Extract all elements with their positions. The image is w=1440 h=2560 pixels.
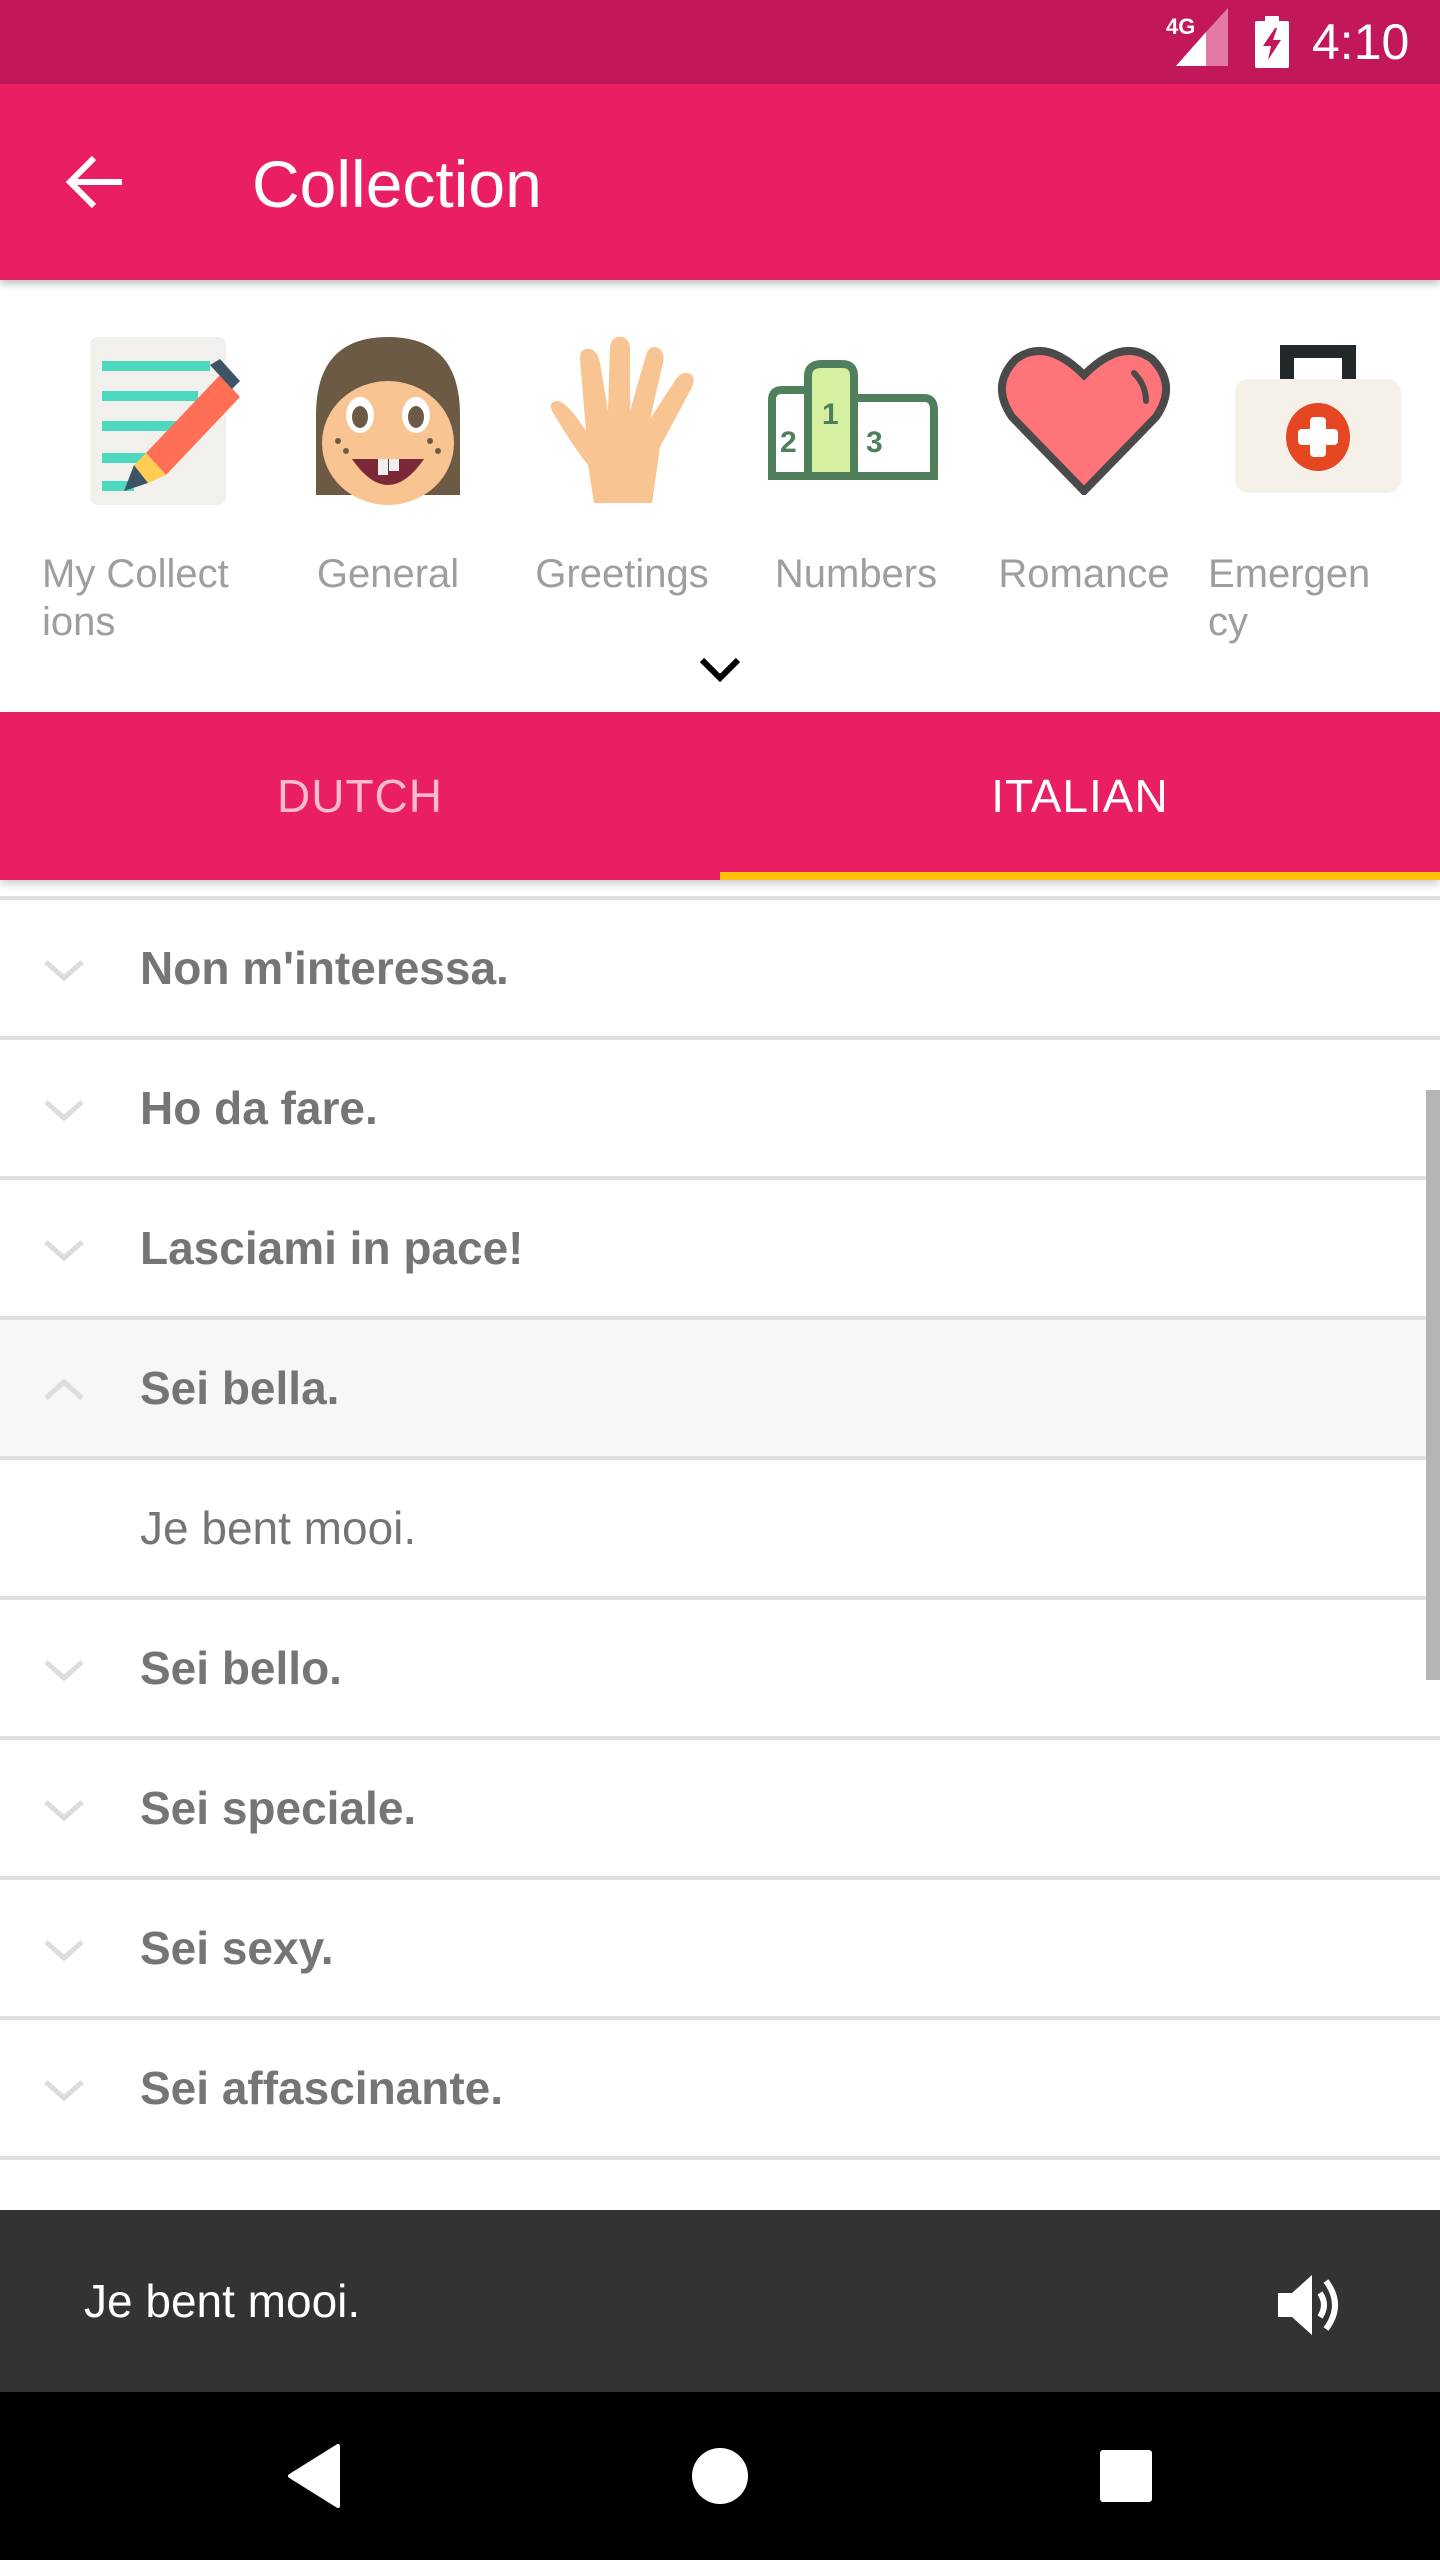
phrase-row[interactable]: Sei bello. [0, 1600, 1440, 1740]
category-label: My Collect ions [42, 552, 229, 644]
audio-player-bar: Je bent mooi. [0, 2210, 1440, 2392]
signal-icon: 4G [1166, 8, 1228, 66]
tab-dutch[interactable]: DUTCH [0, 712, 720, 880]
phrase-row[interactable]: Lasciami in pace! [0, 1180, 1440, 1320]
phrase-row[interactable]: Sei sexy. [0, 1880, 1440, 2020]
chevron-down-icon [44, 1240, 84, 1262]
category-romance[interactable]: Romance [974, 330, 1194, 630]
podium-icon: 2 1 3 [768, 360, 938, 480]
face-icon [316, 337, 460, 505]
chevron-down-icon[interactable] [690, 640, 750, 700]
notepad-pencil-icon [90, 337, 240, 505]
system-nav-bar [0, 2392, 1440, 2560]
back-nav-icon[interactable] [276, 2436, 356, 2516]
category-my-collections[interactable]: My Collect ions [42, 330, 262, 644]
scrollbar[interactable] [1426, 1090, 1440, 1680]
recents-nav-icon[interactable] [1086, 2436, 1166, 2516]
svg-text:2: 2 [780, 426, 797, 459]
category-general[interactable]: General [278, 330, 498, 630]
status-bar: 4G 4:10 [0, 0, 1440, 84]
phrase-text: Sei speciale. [140, 1782, 417, 1834]
home-nav-icon[interactable] [680, 2436, 760, 2516]
volume-up-icon[interactable] [1270, 2265, 1350, 2345]
phrase-text: Sei bello. [140, 1642, 342, 1694]
category-label: General [316, 552, 460, 596]
category-label: Emergen cy [1208, 552, 1371, 644]
category-emergency[interactable]: Emergen cy [1208, 330, 1428, 644]
app-toolbar: Collection [0, 84, 1440, 280]
category-label: Numbers [774, 552, 938, 596]
chevron-down-icon [44, 1660, 84, 1682]
chevron-down-icon [44, 1100, 84, 1122]
phrase-text: Sei sexy. [140, 1922, 334, 1974]
phrase-text: Non m'interessa. [140, 942, 509, 994]
network-type-label: 4G [1166, 14, 1195, 39]
chevron-up-icon [44, 1378, 84, 1400]
chevron-down-icon [44, 2080, 84, 2102]
category-numbers[interactable]: 2 1 3 Numbers [746, 330, 966, 630]
phrase-translation-row[interactable]: Je bent mooi. [0, 1460, 1440, 1600]
category-strip: My Collect ions General Greetings 2 1 3 … [0, 280, 1440, 712]
phrase-text: Sei bella. [140, 1362, 340, 1414]
first-aid-kit-icon [1235, 345, 1401, 493]
arrow-back-icon[interactable] [60, 146, 132, 218]
category-label: Greetings [535, 552, 709, 596]
category-label: Romance [998, 552, 1170, 596]
phrase-text: Lasciami in pace! [140, 1222, 524, 1274]
tab-label: ITALIAN [991, 770, 1169, 822]
chevron-down-icon [44, 1800, 84, 1822]
chevron-down-icon [44, 1940, 84, 1962]
waving-hand-icon [550, 336, 694, 503]
tab-italian[interactable]: ITALIAN [720, 712, 1440, 880]
svg-text:3: 3 [866, 426, 883, 459]
heart-icon [997, 347, 1171, 495]
tab-indicator [720, 872, 1440, 880]
translation-text: Je bent mooi. [140, 1502, 417, 1554]
battery-charging-icon [1255, 16, 1289, 68]
phrase-row[interactable]: Sei speciale. [0, 1740, 1440, 1880]
phrase-text: Ho da fare. [140, 1082, 378, 1134]
phrase-list[interactable]: Non m'interessa. Ho da fare. Lasciami in… [0, 880, 1440, 2210]
tab-label: DUTCH [277, 770, 443, 822]
player-text: Je bent mooi. [84, 2275, 361, 2327]
clock: 4:10 [1312, 14, 1410, 70]
phrase-row[interactable]: Non m'interessa. [0, 900, 1440, 1040]
svg-text:1: 1 [822, 398, 839, 431]
phrase-row[interactable]: Sei affascinante. [0, 2020, 1440, 2160]
phrase-row-expanded[interactable]: Sei bella. [0, 1320, 1440, 1460]
chevron-down-icon [44, 960, 84, 982]
phrase-text: Sei affascinante. [140, 2062, 504, 2114]
page-title: Collection [252, 147, 542, 221]
language-tabs: DUTCH ITALIAN [0, 712, 1440, 880]
phrase-row[interactable]: Ho da fare. [0, 1040, 1440, 1180]
category-greetings[interactable]: Greetings [512, 330, 732, 630]
